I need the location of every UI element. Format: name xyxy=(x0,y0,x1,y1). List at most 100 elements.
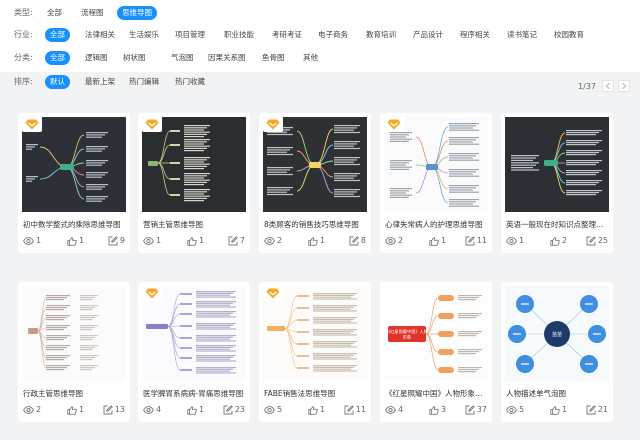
premium-badge xyxy=(142,285,162,301)
card-title: 初中数学整式的乘除思维导图 xyxy=(23,220,121,229)
premium-badge xyxy=(142,116,162,132)
thumbnail-center-label: 苗苗 xyxy=(552,332,562,338)
industry-option-programming[interactable]: 程序相关 xyxy=(455,28,495,42)
card-stats: 1 1 7 xyxy=(143,236,247,246)
edit-icon xyxy=(465,236,475,246)
edit-icon xyxy=(228,236,238,246)
edit-icon xyxy=(344,405,354,415)
next-page-button[interactable] xyxy=(618,80,630,92)
thumbs-up-icon xyxy=(550,405,560,415)
card-title: 人物描述单气泡图 xyxy=(506,389,566,398)
like-count-value: 1 xyxy=(79,405,85,414)
mindmap-preview: 苗苗 xyxy=(505,286,609,381)
category-option-all[interactable]: 全部 xyxy=(45,51,70,65)
prev-page-button[interactable] xyxy=(602,80,614,92)
view-count-value: 2 xyxy=(277,236,283,245)
view-count-value: 5 xyxy=(277,405,283,414)
edit-count: 7 xyxy=(228,236,245,246)
industry-option-life[interactable]: 生活娱乐 xyxy=(124,28,164,42)
template-card[interactable]: 苗苗 人物描述单气泡图 5 1 21 xyxy=(501,282,613,422)
type-option-all[interactable]: 全部 xyxy=(42,6,67,20)
industry-option-project[interactable]: 项目管理 xyxy=(170,28,210,42)
like-count-value: 1 xyxy=(320,236,326,245)
industry-option-campus[interactable]: 校园教育 xyxy=(549,28,589,42)
sort-option-hot-edit[interactable]: 热门编辑 xyxy=(124,75,164,89)
edit-count-value: 11 xyxy=(476,236,487,245)
industry-option-law[interactable]: 法律相关 xyxy=(80,28,120,42)
template-card[interactable]: 初中数学整式的乘除思维导图 1 1 9 xyxy=(18,113,130,253)
type-option-mindmap[interactable]: 思维导图 xyxy=(117,6,157,20)
category-option-logic[interactable]: 逻辑图 xyxy=(80,51,113,65)
industry-option-reading[interactable]: 读书笔记 xyxy=(502,28,542,42)
view-count: 1 xyxy=(506,236,524,246)
category-filter-label: 分类: xyxy=(14,53,33,62)
card-title: 心律失常病人的护理思维导图 xyxy=(385,220,483,229)
template-card[interactable]: 营销主管思维导图 1 1 7 xyxy=(138,113,250,253)
template-thumbnail xyxy=(22,286,126,381)
template-card[interactable]: 英语一般现在时知识点整理思维导图 1 2 25 xyxy=(501,113,613,253)
thumbs-up-icon xyxy=(67,405,77,415)
mindmap-preview xyxy=(505,117,609,212)
industry-option-career[interactable]: 职业技能 xyxy=(219,28,259,42)
like-count: 1 xyxy=(67,405,84,415)
category-option-other[interactable]: 其他 xyxy=(298,51,323,65)
sort-option-hot-favorite[interactable]: 热门收藏 xyxy=(170,75,210,89)
edit-count-value: 25 xyxy=(597,236,608,245)
like-count-value: 3 xyxy=(441,405,447,414)
sort-option-default[interactable]: 默认 xyxy=(45,75,70,89)
view-count-value: 1 xyxy=(36,236,42,245)
card-stats: 4 1 23 xyxy=(143,405,247,415)
industry-option-exam[interactable]: 考研考证 xyxy=(267,28,307,42)
category-option-tree[interactable]: 树状图 xyxy=(118,51,151,65)
category-option-fishbone[interactable]: 鱼骨图 xyxy=(257,51,290,65)
premium-diamond-icon xyxy=(25,119,39,129)
edit-count: 13 xyxy=(103,405,125,415)
edit-count: 37 xyxy=(465,405,487,415)
template-card[interactable]: 行政主管思维导图 2 1 13 xyxy=(18,282,130,422)
type-option-flowchart[interactable]: 流程图 xyxy=(76,6,109,20)
view-count: 5 xyxy=(506,405,524,415)
premium-badge xyxy=(384,116,404,132)
edit-icon xyxy=(586,236,596,246)
like-count: 1 xyxy=(308,405,325,415)
industry-filter-row: 行业: 全部 法律相关 生活娱乐 项目管理 职业技能 考研考证 电子商务 教育培… xyxy=(0,25,640,45)
card-stats: 1 1 9 xyxy=(23,236,127,246)
edit-count-value: 21 xyxy=(597,405,608,414)
template-thumbnail xyxy=(505,117,609,212)
card-title: 《红星照耀中国》人物形象思维导图 xyxy=(385,389,487,398)
like-count-value: 1 xyxy=(79,236,85,245)
template-card[interactable]: 医学脾胃系病病-胃痛思维导图 4 1 23 xyxy=(138,282,250,422)
like-count: 3 xyxy=(429,405,446,415)
like-count-value: 1 xyxy=(320,405,326,414)
category-option-bubble[interactable]: 气泡图 xyxy=(166,51,199,65)
edit-count-value: 37 xyxy=(476,405,487,414)
thumbnail-central-topic-line2: 形象 xyxy=(403,334,411,341)
thumbs-up-icon xyxy=(187,236,197,246)
edit-icon xyxy=(108,236,118,246)
card-stats: 5 1 21 xyxy=(506,405,610,415)
eye-icon xyxy=(506,406,517,414)
category-filter-row: 分类: 全部 逻辑图 树状图 气泡图 因果关系图 鱼骨图 其他 xyxy=(0,48,640,68)
template-card[interactable]: 8类顾客的销售技巧思维导图 2 1 8 xyxy=(259,113,371,253)
premium-diamond-icon xyxy=(266,119,280,129)
sort-option-newest[interactable]: 最新上架 xyxy=(80,75,120,89)
template-card[interactable]: 《红星照耀中国》人物形象 《红星照耀中国》人物形象思维导图 4 3 37 xyxy=(380,282,492,422)
like-count: 1 xyxy=(187,236,204,246)
category-option-cause-effect[interactable]: 因果关系图 xyxy=(203,51,251,65)
industry-option-ecommerce[interactable]: 电子商务 xyxy=(313,28,353,42)
template-card[interactable]: FABE销售法思维导图 5 1 11 xyxy=(259,282,371,422)
card-stats: 2 1 13 xyxy=(23,405,127,415)
industry-option-education[interactable]: 教育培训 xyxy=(361,28,401,42)
edit-count: 25 xyxy=(586,236,608,246)
thumbs-up-icon xyxy=(67,236,77,246)
template-card[interactable]: 心律失常病人的护理思维导图 2 1 11 xyxy=(380,113,492,253)
industry-option-all[interactable]: 全部 xyxy=(45,28,70,42)
edit-count-value: 23 xyxy=(234,405,245,414)
eye-icon xyxy=(264,237,275,245)
card-title: 医学脾胃系病病-胃痛思维导图 xyxy=(143,389,244,398)
pagination: 1/37 xyxy=(578,80,630,92)
eye-icon xyxy=(264,406,275,414)
industry-option-product[interactable]: 产品设计 xyxy=(408,28,448,42)
eye-icon xyxy=(385,237,396,245)
view-count: 2 xyxy=(385,236,403,246)
